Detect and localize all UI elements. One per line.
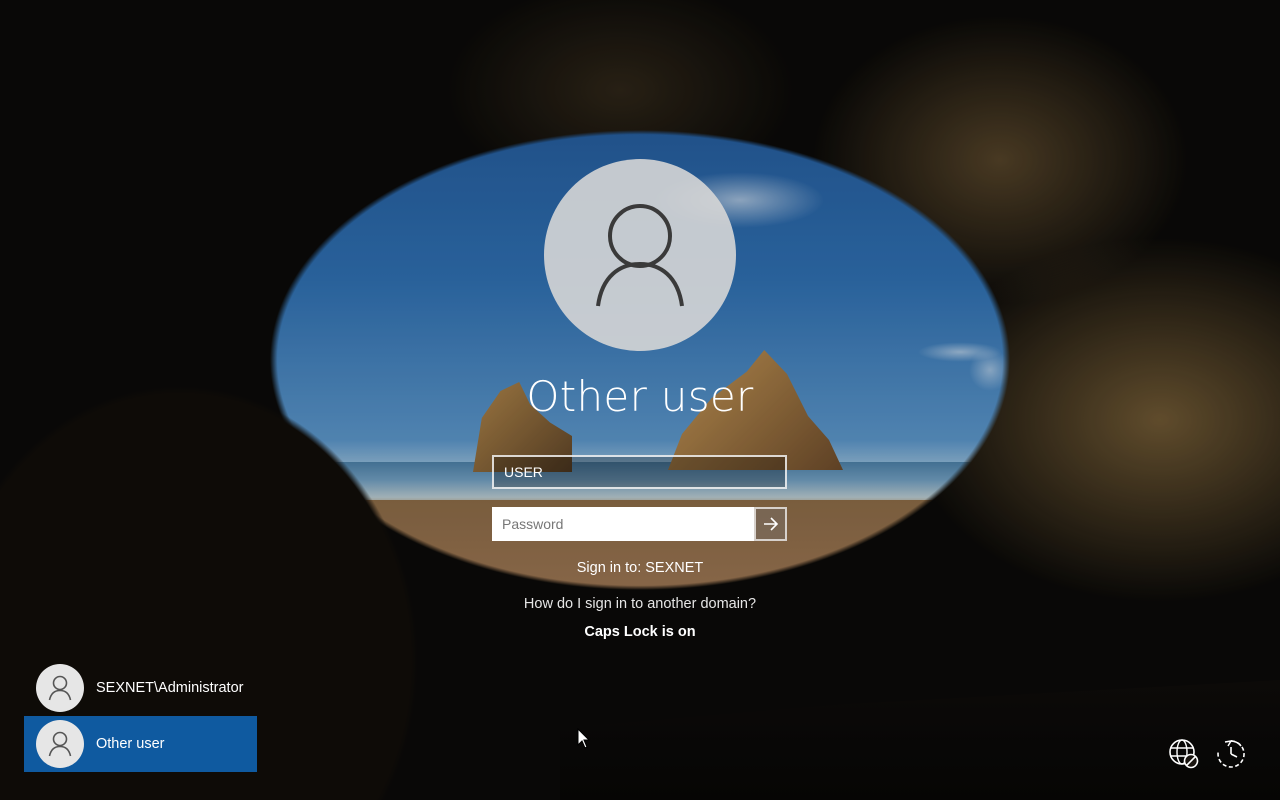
sign-in-domain-text: Sign in to: SEXNET — [576, 560, 704, 576]
user-switch-list: SEXNET\Administrator Other user — [24, 660, 257, 772]
user-tile-label: Other user — [96, 736, 165, 752]
network-button[interactable] — [1167, 737, 1201, 771]
ease-of-access-icon — [1217, 740, 1245, 768]
user-silhouette-icon — [48, 675, 72, 701]
password-input[interactable] — [492, 507, 754, 541]
username-input[interactable] — [492, 455, 787, 489]
arrow-right-icon — [763, 517, 778, 531]
user-tile-label: SEXNET\Administrator — [96, 680, 244, 696]
user-tile-administrator[interactable]: SEXNET\Administrator — [24, 660, 257, 716]
network-disconnected-icon — [1169, 739, 1199, 769]
user-tile-other-user[interactable]: Other user — [24, 716, 257, 772]
user-display-name: Other user — [526, 372, 754, 421]
ease-of-access-button[interactable] — [1214, 737, 1248, 771]
avatar — [36, 720, 84, 768]
avatar — [36, 664, 84, 712]
submit-button[interactable] — [754, 507, 787, 541]
password-row — [492, 507, 787, 541]
other-domain-link[interactable]: How do I sign in to another domain? — [390, 596, 890, 612]
caps-lock-warning: Caps Lock is on — [584, 624, 696, 640]
user-silhouette-icon — [48, 731, 72, 757]
user-avatar — [544, 159, 736, 351]
mouse-cursor-icon — [577, 728, 591, 749]
user-silhouette-icon — [596, 204, 684, 307]
